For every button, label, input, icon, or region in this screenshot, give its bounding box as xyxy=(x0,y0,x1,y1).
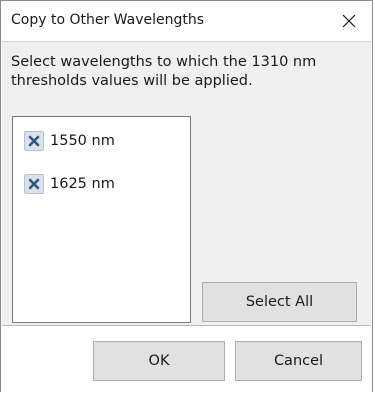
instructions-text: Select wavelengths to which the 1310 nm … xyxy=(11,53,361,91)
instructions-line-1: Select wavelengths to which the 1310 nm xyxy=(11,54,317,70)
list-item-1625[interactable]: 1625 nm xyxy=(24,173,115,195)
title-bar[interactable]: Copy to Other Wavelengths xyxy=(1,1,372,41)
dialog-footer: OK Cancel xyxy=(1,326,372,394)
close-button[interactable] xyxy=(326,1,372,41)
wavelength-label: 1625 nm xyxy=(50,176,115,192)
dialog-content: Select wavelengths to which the 1310 nm … xyxy=(2,41,371,326)
wavelength-label: 1550 nm xyxy=(50,133,115,149)
x-remove-icon[interactable] xyxy=(24,174,44,194)
close-icon xyxy=(342,14,356,28)
dialog-title: Copy to Other Wavelengths xyxy=(11,12,205,28)
copy-wavelengths-dialog: Copy to Other Wavelengths Select wavelen… xyxy=(0,0,373,394)
instructions-line-2: thresholds values will be applied. xyxy=(11,73,253,89)
ok-button[interactable]: OK xyxy=(93,341,225,381)
wavelength-list[interactable]: 1550 nm 1625 nm xyxy=(12,116,191,323)
list-item-1550[interactable]: 1550 nm xyxy=(24,130,115,152)
select-all-button[interactable]: Select All xyxy=(202,282,357,322)
x-remove-icon[interactable] xyxy=(24,131,44,151)
cancel-button[interactable]: Cancel xyxy=(235,341,362,381)
